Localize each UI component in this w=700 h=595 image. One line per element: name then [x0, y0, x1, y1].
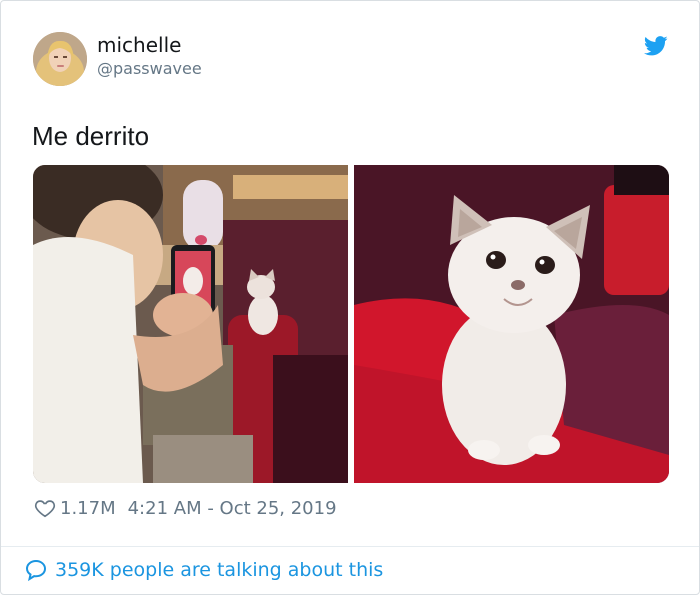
tweet-photo-right[interactable] [354, 165, 669, 483]
avatar[interactable] [33, 32, 87, 86]
talking-text[interactable]: 359K people are talking about this [55, 559, 383, 581]
speech-bubble-icon [25, 559, 47, 582]
footer-divider [1, 546, 699, 547]
user-handle[interactable]: @passwavee [97, 59, 202, 78]
like-count[interactable]: 1.17M [60, 498, 116, 519]
avatar-image [33, 32, 87, 86]
heart-icon[interactable] [34, 497, 56, 519]
tweet-meta: 1.17M 4:21 AM - Oct 25, 2019 [34, 495, 337, 521]
tweet-photo-left[interactable] [33, 165, 348, 483]
tweet-card: michelle @passwavee Me derrito 1.17M 4:2… [0, 0, 700, 595]
twitter-bird-icon[interactable] [644, 35, 668, 57]
tweet-text: Me derrito [32, 121, 150, 151]
conversation-link[interactable]: 359K people are talking about this [24, 558, 383, 582]
display-name[interactable]: michelle [97, 33, 181, 57]
timestamp[interactable]: 4:21 AM - Oct 25, 2019 [128, 498, 337, 519]
photo-person-kitten [33, 165, 348, 483]
photo-kitten-closeup [354, 165, 669, 483]
